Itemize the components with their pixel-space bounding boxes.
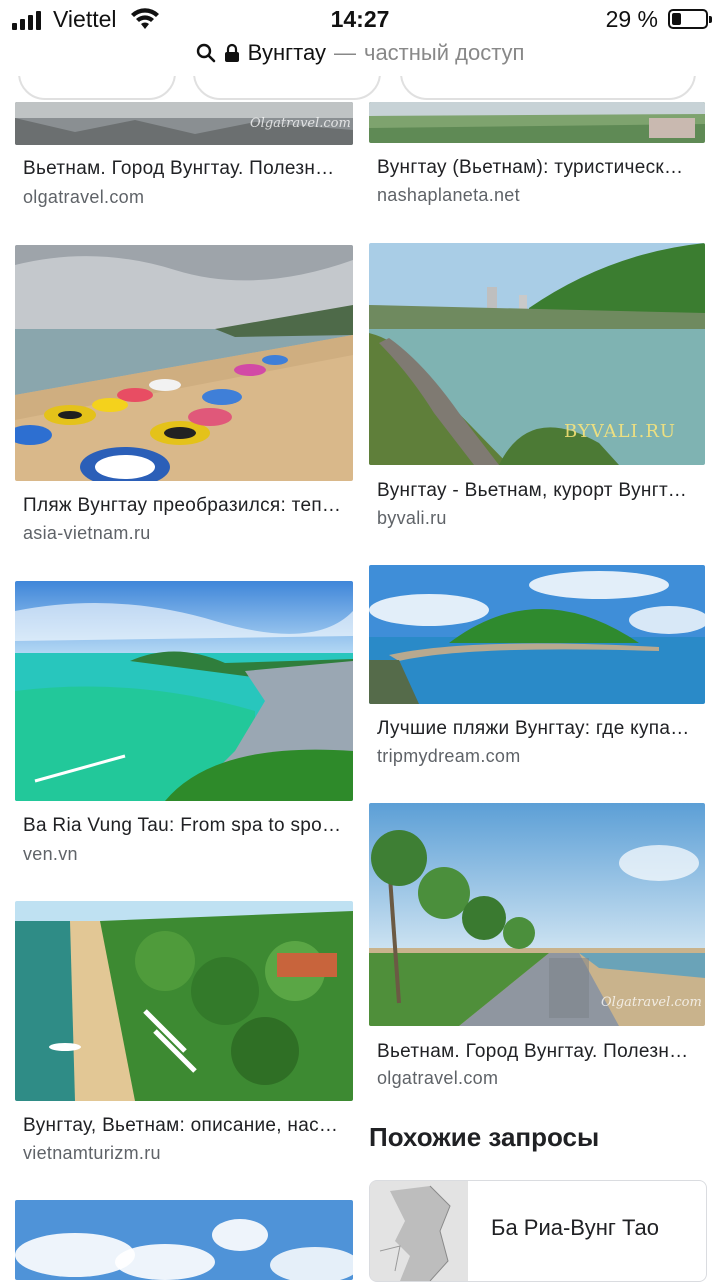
result-image[interactable] <box>15 1200 353 1280</box>
result-image[interactable] <box>15 245 353 481</box>
result-title[interactable]: Вьетнам. Город Вунгтау. Полезн… <box>377 1041 697 1063</box>
result-domain: ven.vn <box>23 844 78 864</box>
result-domain: vietnamturizm.ru <box>23 1143 161 1163</box>
lock-icon <box>224 43 239 62</box>
image-watermark: Olgatravel.com <box>601 995 702 1010</box>
related-search-item[interactable]: Ба Риа-Вунг Тао <box>369 1180 707 1282</box>
result-title[interactable]: Ba Ria Vung Tau: From spa to spor… <box>23 815 345 837</box>
image-watermark: Olgatravel.com <box>250 116 351 131</box>
result-image[interactable] <box>369 565 705 704</box>
result-image[interactable]: BYVALI.RU <box>369 243 705 465</box>
result-title[interactable]: Вунгтау (Вьетнам): туристическ… <box>377 157 697 179</box>
result-image[interactable] <box>15 901 353 1101</box>
map-thumbnail <box>370 1181 468 1281</box>
result-domain: olgatravel.com <box>23 187 145 207</box>
url-mode: частный доступ <box>363 40 525 65</box>
battery-icon <box>668 9 712 29</box>
result-domain: olgatravel.com <box>377 1068 499 1088</box>
result-domain: asia-vietnam.ru <box>23 523 151 543</box>
related-search-label: Ба Риа-Вунг Тао <box>491 1215 659 1240</box>
result-title[interactable]: Вьетнам. Город Вунгтау. Полезн… <box>23 158 345 180</box>
filter-chip[interactable] <box>18 76 176 100</box>
result-title[interactable]: Лучшие пляжи Вунгтау: где купа… <box>377 718 697 740</box>
result-image[interactable] <box>15 581 353 801</box>
result-image[interactable]: Olgatravel.com <box>15 102 353 145</box>
result-title[interactable]: Вунгтау - Вьетнам, курорт Вунгта… <box>377 480 697 502</box>
result-title[interactable]: Пляж Вунгтау преобразился: теп… <box>23 495 345 517</box>
result-domain: byvali.ru <box>377 508 447 528</box>
filter-chip[interactable] <box>193 76 381 100</box>
image-watermark: BYVALI.RU <box>564 421 677 442</box>
search-icon <box>196 43 215 63</box>
status-bar: Viettel 14:27 29 % <box>0 0 720 40</box>
url-host: Вунгтау <box>247 40 326 65</box>
result-domain: nashaplaneta.net <box>377 185 520 205</box>
result-image[interactable] <box>369 102 705 143</box>
filter-chips-row <box>0 76 720 102</box>
result-domain: tripmydream.com <box>377 746 521 766</box>
address-bar[interactable]: Вунгтау — частный доступ <box>0 40 720 76</box>
result-title[interactable]: Вунгтау, Вьетнам: описание, нас… <box>23 1115 345 1137</box>
filter-chip[interactable] <box>400 76 696 100</box>
related-searches-heading: Похожие запросы <box>369 1122 600 1152</box>
result-image[interactable]: Olgatravel.com <box>369 803 705 1026</box>
battery-percent: 29 % <box>605 6 658 32</box>
url-separator: — <box>333 40 356 65</box>
